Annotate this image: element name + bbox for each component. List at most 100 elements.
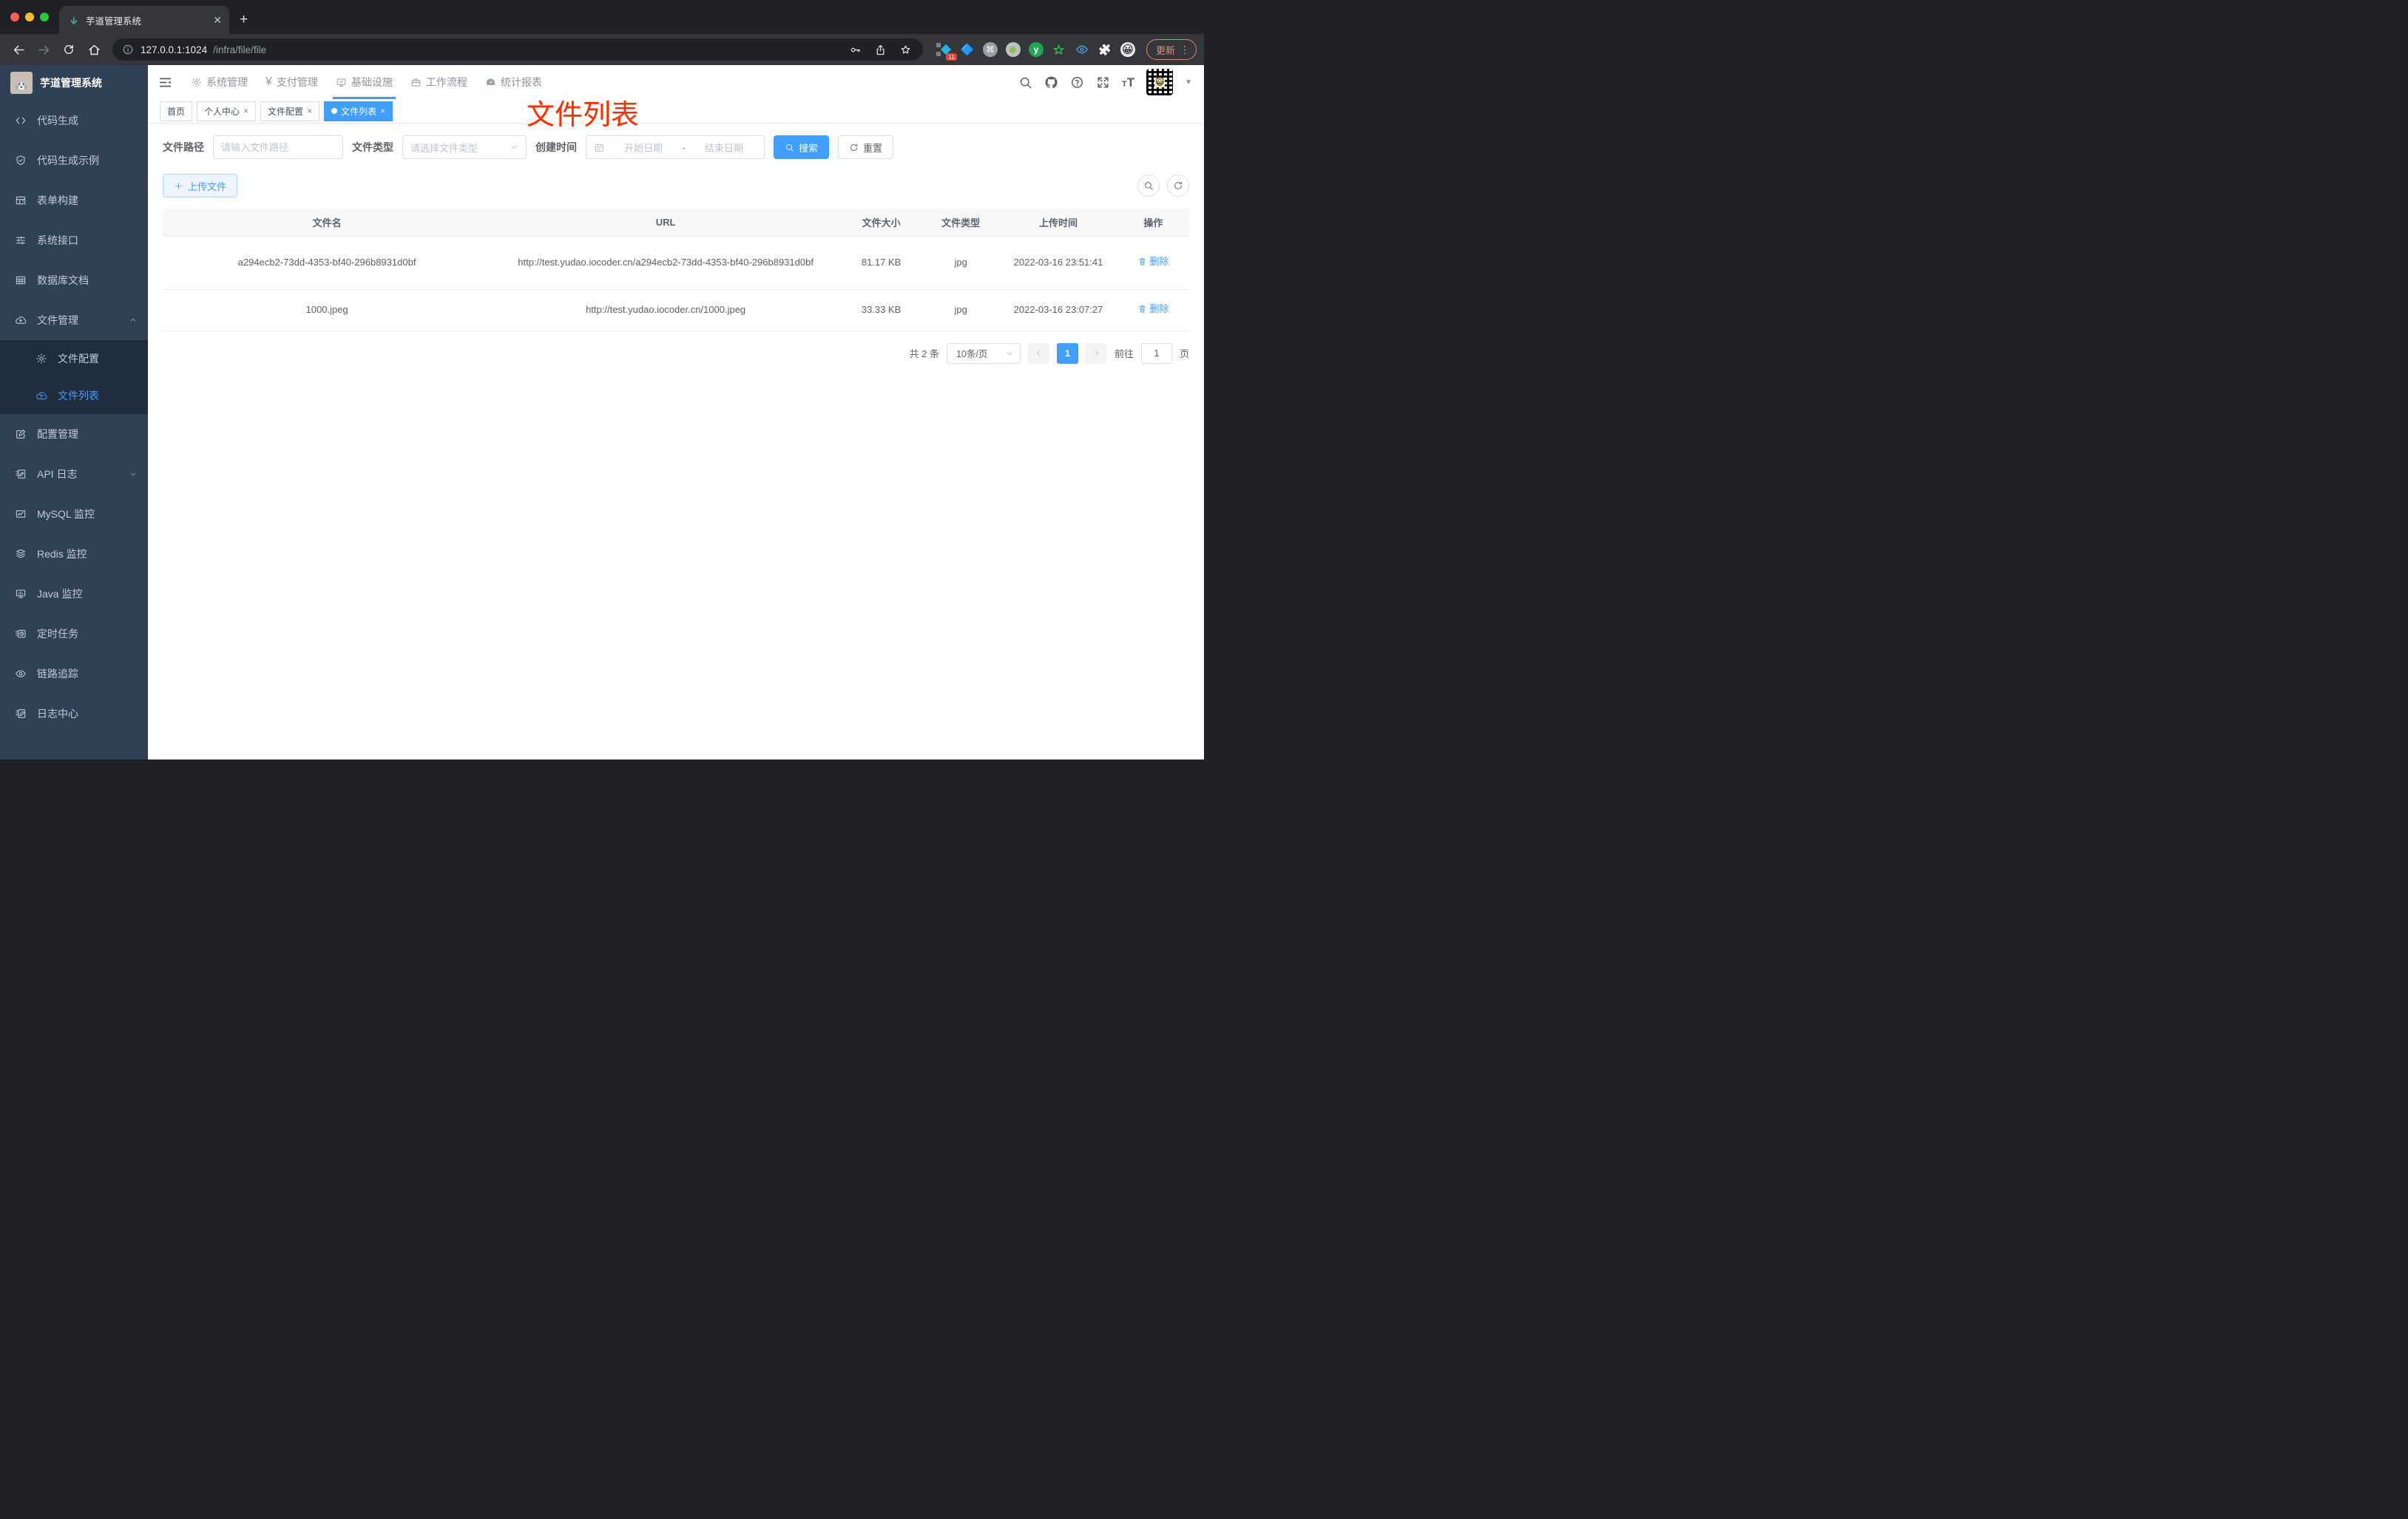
new-tab-button[interactable]: + (229, 12, 258, 34)
nav-item-2[interactable]: 基础设施 (327, 65, 402, 99)
date-start-placeholder[interactable]: 开始日期 (611, 141, 676, 155)
search-button[interactable]: 搜索 (774, 135, 830, 159)
sidebar-item[interactable]: 数据库文档 (0, 260, 148, 300)
tab-close-icon[interactable]: ✕ (213, 14, 222, 27)
delete-button[interactable]: 删除 (1137, 301, 1169, 317)
nav-item-label: 工作流程 (425, 76, 467, 88)
sidebar-item[interactable]: 链路追踪 (0, 654, 148, 694)
prev-page-button[interactable] (1027, 342, 1049, 364)
url-host: 127.0.0.1:1024 (141, 44, 208, 55)
sidebar-item[interactable]: 代码生成 (0, 101, 148, 141)
extension-y-icon[interactable]: y (1028, 41, 1044, 58)
cell-actions: 删除 (1117, 236, 1189, 290)
share-icon[interactable] (871, 40, 890, 59)
help-question-icon[interactable] (1070, 75, 1084, 89)
tag-active-dot (331, 108, 338, 114)
sidebar-item-label: 表单构建 (37, 194, 78, 206)
table-header-cell: 上传时间 (999, 209, 1117, 237)
sidebar-item[interactable]: 日志中心 (0, 694, 148, 734)
tag-close-icon[interactable]: × (307, 106, 312, 116)
trash-icon (1137, 257, 1147, 266)
tag-item[interactable]: 文件列表 × (324, 101, 393, 121)
github-icon[interactable] (1044, 75, 1058, 89)
sidebar-item-label: Java 监控 (37, 588, 83, 600)
delete-button[interactable]: 删除 (1137, 254, 1169, 270)
extension-gem-icon[interactable]: 🔷 (959, 41, 975, 58)
site-info-icon[interactable] (121, 40, 135, 59)
user-avatar-qr[interactable]: 😺 (1146, 69, 1174, 95)
file-type-placeholder: 请选择文件类型 (410, 142, 478, 154)
nav-item-label: 支付管理 (276, 76, 318, 88)
tab-title: 芋道管理系统 (86, 16, 142, 27)
fullscreen-icon[interactable] (1096, 75, 1110, 89)
window-minimize-button[interactable] (25, 13, 34, 21)
password-key-icon[interactable] (846, 40, 865, 59)
sidebar-item[interactable]: 配置管理 (0, 414, 148, 454)
forward-icon[interactable] (33, 38, 55, 61)
window-close-button[interactable] (10, 13, 19, 21)
sidebar-item[interactable]: 文件管理 (0, 300, 148, 340)
upload-file-button[interactable]: 上传文件 (163, 174, 238, 197)
file-path-input[interactable] (221, 141, 335, 153)
nav-item-1[interactable]: ¥ 支付管理 (257, 65, 327, 99)
extension-star-icon[interactable] (1051, 41, 1067, 58)
font-size-icon[interactable]: TT (1122, 76, 1134, 89)
shield-icon (15, 155, 27, 166)
page-number-button[interactable]: 1 (1056, 342, 1078, 364)
extension-greendot-icon[interactable] (1005, 41, 1021, 58)
sidebar-toggle-icon[interactable] (148, 65, 182, 99)
browser-menu-icon[interactable]: ⋮ (1180, 44, 1190, 56)
extension-eye-icon[interactable] (1074, 41, 1090, 58)
app-header: 系统管理 ¥ 支付管理 基础设施 工作流程 统计报表 TT 😺 ▼ (148, 65, 1204, 99)
reload-icon[interactable] (58, 38, 80, 61)
sidebar-logo[interactable]: 🐰 芋道管理系统 (0, 65, 148, 101)
refresh-table-button[interactable] (1167, 175, 1189, 197)
window-zoom-button[interactable] (40, 13, 49, 21)
reset-button[interactable]: 重置 (838, 135, 894, 159)
sidebar-item[interactable]: Java 监控 (0, 574, 148, 614)
header-search-icon[interactable] (1018, 75, 1032, 89)
nav-item-4[interactable]: 统计报表 (476, 65, 551, 99)
sidebar-item-label: 链路追踪 (37, 668, 78, 680)
goto-page-input[interactable] (1141, 348, 1171, 359)
sidebar-item[interactable]: 定时任务 (0, 614, 148, 654)
chev-up-icon (129, 316, 138, 325)
sidebar-subitem[interactable]: 文件配置 (0, 340, 148, 377)
sidebar-item[interactable]: API 日志 (0, 454, 148, 494)
tag-item[interactable]: 首页 (160, 101, 193, 121)
toggle-search-button[interactable] (1137, 175, 1160, 197)
sidebar-item[interactable]: 表单构建 (0, 180, 148, 220)
profile-avatar[interactable]: 😀 (1120, 41, 1136, 58)
sidebar-subitem[interactable]: 文件列表 (0, 377, 148, 414)
trash-icon (1137, 304, 1147, 314)
bookmark-star-icon[interactable] (896, 40, 916, 59)
browser-update-button[interactable]: 更新 ⋮ (1146, 39, 1197, 60)
extension-diamond-icon[interactable]: 11 (936, 41, 957, 61)
yen-icon: ¥ (266, 75, 272, 88)
nav-item-0[interactable]: 系统管理 (182, 65, 257, 99)
tag-close-icon[interactable]: × (380, 106, 385, 116)
home-icon[interactable] (83, 38, 105, 61)
nav-item-3[interactable]: 工作流程 (402, 65, 476, 99)
back-icon[interactable] (7, 38, 30, 61)
browser-tab[interactable]: 芋道管理系统 ✕ (59, 6, 229, 34)
app: 🐰 芋道管理系统 代码生成 代码生成示例 表单构建 系统接口 数据库文档 文件管理 文件配置… (0, 65, 1204, 760)
tag-item[interactable]: 文件配置 × (260, 101, 320, 121)
next-page-button[interactable] (1085, 342, 1107, 364)
sidebar-item[interactable]: 代码生成示例 (0, 141, 148, 180)
tag-close-icon[interactable]: × (243, 106, 248, 116)
cell-time: 2022-03-16 23:07:27 (999, 289, 1117, 331)
page-size-select[interactable]: 10条/页 (946, 342, 1021, 364)
extensions-puzzle-icon[interactable]: 🧩 (1097, 41, 1113, 58)
date-range-picker[interactable]: 开始日期 - 结束日期 (586, 135, 765, 159)
extension-command-icon[interactable]: ⌘ (982, 41, 998, 58)
url-bar[interactable]: 127.0.0.1:1024/infra/file/file (112, 38, 923, 61)
sidebar-item[interactable]: 系统接口 (0, 220, 148, 260)
tag-item[interactable]: 个人中心 × (197, 101, 257, 121)
delete-label: 删除 (1149, 255, 1169, 267)
sidebar-item[interactable]: MySQL 监控 (0, 494, 148, 534)
sidebar-item[interactable]: Redis 监控 (0, 534, 148, 574)
date-end-placeholder[interactable]: 结束日期 (691, 141, 757, 155)
file-type-select[interactable]: 请选择文件类型 (402, 135, 527, 159)
avatar-caret-icon[interactable]: ▼ (1185, 78, 1192, 87)
